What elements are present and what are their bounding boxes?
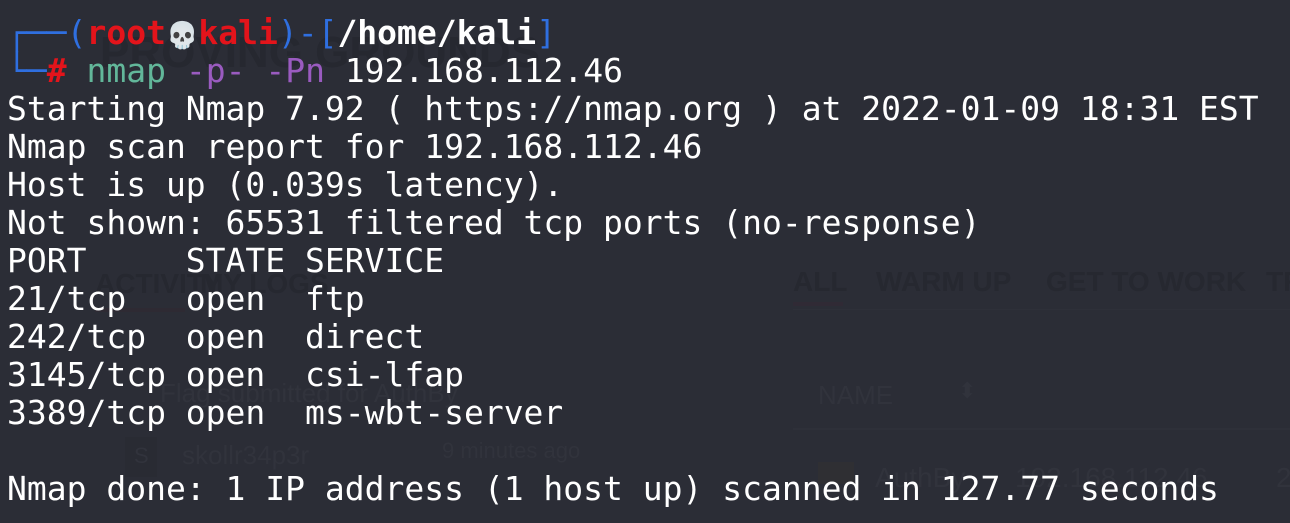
command-program: nmap xyxy=(86,51,166,90)
output-line: Host is up (0.039s latency). xyxy=(7,165,564,204)
output-line: Nmap scan report for 192.168.112.46 xyxy=(7,127,703,166)
prompt-frame: ┌──( xyxy=(7,13,87,52)
prompt-path: /home/kali xyxy=(337,13,537,52)
prompt-user: root xyxy=(86,13,166,52)
output-line: Not shown: 65531 filtered tcp ports (no-… xyxy=(7,203,981,242)
output-line: Nmap done: 1 IP address (1 host up) scan… xyxy=(7,469,1219,508)
machine-extra: 2 xyxy=(1276,462,1290,493)
port-row: 3389/tcp open ms-wbt-server xyxy=(7,393,564,432)
port-row: 21/tcp open ftp xyxy=(7,279,365,318)
port-table-header: PORT STATE SERVICE xyxy=(7,241,445,280)
command-line: └─# nmap -p- -Pn 192.168.112.46 xyxy=(7,51,623,90)
tab-more[interactable]: TR xyxy=(1266,266,1290,298)
skull-icon: 💀 xyxy=(165,21,199,51)
output-line: Starting Nmap 7.92 ( https://nmap.org ) … xyxy=(7,89,1259,128)
port-row: 242/tcp open direct xyxy=(7,317,425,356)
command-target: 192.168.112.46 xyxy=(344,51,623,90)
prompt-host: kali xyxy=(198,13,278,52)
prompt-symbol: # xyxy=(46,51,67,90)
command-flags: -p- -Pn xyxy=(185,51,325,90)
terminal[interactable]: ┌──(root💀kali)-[/home/kali] └─# nmap -p-… xyxy=(7,14,1259,508)
port-row: 3145/tcp open csi-lfap xyxy=(7,355,464,394)
prompt-line: ┌──(root💀kali)-[/home/kali] xyxy=(7,13,556,52)
